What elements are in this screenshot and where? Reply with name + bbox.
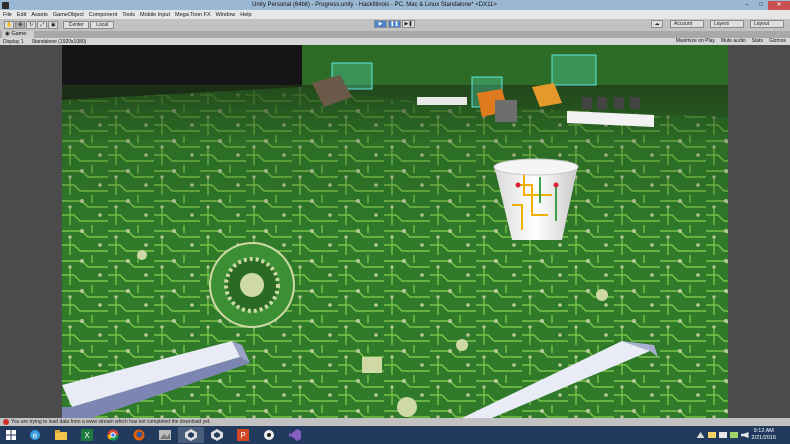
move-tool-icon[interactable]: ✥ bbox=[15, 21, 26, 29]
menu-bar: File Edit Assets GameObject Component To… bbox=[0, 10, 790, 19]
media-player-icon[interactable] bbox=[256, 427, 282, 443]
tab-bar bbox=[0, 31, 790, 38]
game-scene bbox=[62, 45, 728, 418]
unity-editor-icon[interactable] bbox=[204, 427, 230, 443]
maximize-button[interactable]: □ bbox=[754, 1, 768, 10]
close-button[interactable]: ✕ bbox=[768, 0, 790, 10]
layout-dropdown[interactable]: Layout bbox=[750, 20, 784, 28]
clock-time: 9:12 AM bbox=[753, 428, 774, 434]
menu-edit[interactable]: Edit bbox=[17, 12, 26, 18]
taskbar-clock[interactable]: 9:12 AM 2/21/2016 bbox=[752, 428, 776, 442]
step-button[interactable]: ▶❚ bbox=[402, 20, 415, 28]
rotate-tool-icon[interactable]: ↻ bbox=[26, 21, 37, 29]
status-bar: You are trying to load data from a www s… bbox=[0, 418, 790, 426]
menu-help[interactable]: Help bbox=[240, 12, 251, 18]
windows-taskbar: e X P 9:12 AM 2/21/2016 bbox=[0, 426, 790, 444]
menu-file[interactable]: File bbox=[3, 12, 12, 18]
pause-button[interactable]: ❚❚ bbox=[388, 20, 401, 28]
stats-toggle[interactable]: Stats bbox=[752, 38, 763, 44]
windows-logo-icon bbox=[6, 430, 16, 440]
space-toggle[interactable]: Local bbox=[90, 21, 115, 29]
hand-tool-icon[interactable]: ✋ bbox=[4, 21, 15, 29]
excel-icon[interactable]: X bbox=[74, 427, 100, 443]
rect-tool-icon[interactable]: ▣ bbox=[48, 21, 59, 29]
minimize-button[interactable]: – bbox=[740, 1, 754, 10]
svg-text:P: P bbox=[240, 431, 245, 440]
network-icon[interactable] bbox=[718, 432, 727, 438]
menu-gameobject[interactable]: GameObject bbox=[53, 12, 84, 18]
firefox-icon[interactable] bbox=[126, 427, 152, 443]
account-dropdown[interactable]: Account bbox=[670, 20, 704, 28]
battery-icon[interactable] bbox=[729, 432, 738, 438]
cloud-icon[interactable]: ☁ bbox=[651, 20, 663, 28]
error-icon bbox=[3, 419, 9, 425]
unity-icon[interactable] bbox=[178, 427, 204, 443]
visual-studio-icon[interactable] bbox=[282, 427, 308, 443]
console-message[interactable]: You are trying to load data from a www s… bbox=[11, 419, 211, 425]
start-button[interactable] bbox=[0, 426, 22, 444]
ie-icon[interactable]: e bbox=[22, 427, 48, 443]
menu-window[interactable]: Window bbox=[216, 12, 236, 18]
window-title-bar: Unity Personal (64bit) - Progress.unity … bbox=[0, 0, 790, 10]
powerpoint-icon[interactable]: P bbox=[230, 427, 256, 443]
menu-tools[interactable]: Tools bbox=[122, 12, 135, 18]
display-dropdown[interactable]: Display 1 bbox=[3, 39, 24, 45]
play-controls: ▶ ❚❚ ▶❚ bbox=[374, 20, 416, 28]
menu-mobile-input[interactable]: Mobile Input bbox=[140, 12, 170, 18]
game-viewport[interactable] bbox=[62, 45, 728, 418]
svg-text:X: X bbox=[84, 431, 90, 440]
pivot-toggle[interactable]: Center bbox=[63, 21, 90, 29]
window-title: Unity Personal (64bit) - Progress.unity … bbox=[252, 2, 497, 8]
scale-tool-icon[interactable]: ⤢ bbox=[37, 21, 48, 29]
layers-dropdown[interactable]: Layers bbox=[710, 20, 744, 28]
menu-mega-toon-fx[interactable]: Mega Toon FX bbox=[175, 12, 211, 18]
menu-component[interactable]: Component bbox=[89, 12, 117, 18]
maximize-on-play-toggle[interactable]: Maximize on Play bbox=[676, 38, 715, 44]
tab-game[interactable]: ◉ Game bbox=[2, 31, 35, 38]
play-button[interactable]: ▶ bbox=[374, 20, 387, 28]
file-explorer-icon[interactable] bbox=[48, 427, 74, 443]
menu-assets[interactable]: Assets bbox=[31, 12, 48, 18]
show-hidden-icons-icon[interactable] bbox=[696, 432, 705, 438]
mute-audio-toggle[interactable]: Mute audio bbox=[721, 38, 746, 44]
tab-game-label: Game bbox=[11, 31, 27, 37]
chrome-icon[interactable] bbox=[100, 427, 126, 443]
game-view-bar: Display 1 Standalone (1920x1080) Maximiz… bbox=[0, 38, 790, 45]
svg-text:e: e bbox=[33, 431, 38, 440]
clock-date: 2/21/2016 bbox=[751, 435, 776, 441]
action-center-icon[interactable] bbox=[707, 432, 716, 438]
volume-icon[interactable] bbox=[740, 432, 749, 438]
gizmos-dropdown[interactable]: Gizmos bbox=[769, 38, 786, 44]
right-toolbar: ☁ Account Layers Layout bbox=[651, 20, 784, 28]
photos-icon[interactable] bbox=[152, 427, 178, 443]
unity-app-icon bbox=[2, 1, 9, 9]
resolution-dropdown[interactable]: Standalone (1920x1080) bbox=[32, 39, 87, 45]
system-tray: 9:12 AM 2/21/2016 bbox=[696, 426, 790, 444]
